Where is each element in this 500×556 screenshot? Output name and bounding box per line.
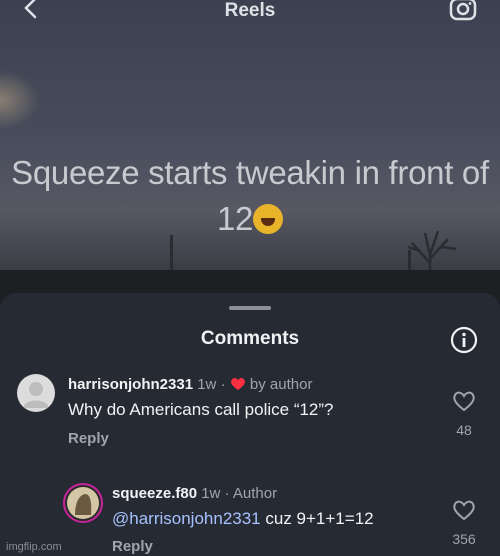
light-glow [0, 70, 40, 130]
comment-header: harrisonjohn2331 1w · by author [68, 376, 312, 393]
sheet-title: Comments [200, 328, 300, 349]
comment-username[interactable]: squeeze.f80 [112, 485, 197, 502]
page-title: Reels [224, 0, 276, 21]
comment-text: Why do Americans call police “12”? [68, 400, 334, 419]
user-photo-icon [67, 487, 99, 519]
avatar[interactable] [63, 483, 103, 523]
reply-button[interactable]: Reply [112, 538, 153, 555]
like-heart-icon[interactable] [452, 390, 476, 412]
default-user-icon [23, 382, 49, 408]
reply-button[interactable]: Reply [68, 430, 109, 447]
comment-header: squeeze.f80 1w · Author [112, 485, 277, 502]
comment-body: cuz 9+1+1=12 [260, 509, 374, 528]
separator-dot: · [224, 485, 230, 502]
like-count: 356 [452, 531, 476, 547]
top-bar: Reels [0, 0, 500, 26]
heart-icon [230, 378, 245, 390]
mention-link[interactable]: @harrisonjohn2331 [112, 509, 261, 528]
video-caption: Squeeze starts tweakin in front of 12 [0, 150, 500, 242]
camera-icon[interactable] [448, 0, 478, 22]
rofl-emoji-icon [253, 204, 284, 234]
info-icon[interactable] [450, 326, 478, 354]
drag-handle[interactable] [229, 306, 271, 310]
comment-username[interactable]: harrisonjohn2331 [68, 376, 193, 393]
comments-sheet: Comments harrisonjohn2331 1w · by author… [0, 293, 500, 556]
like-heart-icon[interactable] [452, 499, 476, 521]
like-count: 48 [456, 422, 472, 438]
caption-line: Squeeze starts tweakin in front of [11, 154, 489, 191]
author-badge: Author [232, 485, 278, 502]
caption-line: 12 [0, 196, 500, 242]
watermark: imgflip.com [6, 541, 62, 553]
comment-age: 1w [197, 376, 217, 393]
comment-text: @harrisonjohn2331 cuz 9+1+1=12 [112, 509, 374, 529]
separator-dot: · [220, 376, 226, 393]
avatar[interactable] [17, 374, 55, 412]
liked-by-author-label: by author [249, 376, 313, 393]
comment-age: 1w [201, 485, 221, 502]
caption-text: 12 [216, 200, 254, 237]
